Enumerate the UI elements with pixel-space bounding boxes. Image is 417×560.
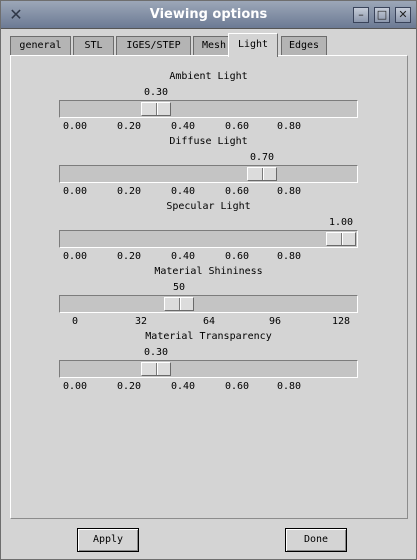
- tick-label: 0.80: [276, 121, 302, 132]
- ambient-light-label: Ambient Light: [169, 71, 248, 82]
- tick-label: 0.40: [170, 121, 196, 132]
- tick-label: 0.00: [62, 121, 88, 132]
- tick-label: 0.60: [224, 186, 250, 197]
- tick-label: 0.00: [62, 381, 88, 392]
- tick-label: 0.60: [224, 121, 250, 132]
- tab-label: Edges: [288, 40, 320, 51]
- tick-label: 0.80: [276, 251, 302, 262]
- tab-bar: general STL IGES/STEP Mesh Light Edges: [10, 33, 410, 57]
- specular-light-label: Specular Light: [166, 201, 251, 212]
- specular-light-value: 1.00: [328, 217, 354, 228]
- tick-label: 0.00: [62, 186, 88, 197]
- ambient-light-value: 0.30: [143, 87, 169, 98]
- tab-label: Light: [237, 39, 269, 50]
- tab-label: general: [19, 40, 62, 51]
- close-icon[interactable]: ✕: [395, 7, 411, 23]
- tick-label: 0.20: [116, 186, 142, 197]
- tick-label: 0.20: [116, 381, 142, 392]
- minimize-icon[interactable]: –: [353, 7, 369, 23]
- tick-label: 96: [268, 316, 282, 327]
- diffuse-light-label: Diffuse Light: [169, 136, 248, 147]
- tab-stl[interactable]: STL: [73, 36, 114, 56]
- material-shininess-label: Material Shininess: [154, 266, 263, 277]
- tab-light[interactable]: Light: [228, 33, 278, 57]
- material-transparency-label: Material Transparency: [145, 331, 272, 342]
- diffuse-light-value: 0.70: [249, 152, 275, 163]
- material-transparency-value: 0.30: [143, 347, 169, 358]
- tab-iges-step[interactable]: IGES/STEP: [116, 36, 191, 56]
- material-transparency-slider-thumb[interactable]: [141, 362, 171, 376]
- tick-label: 32: [134, 316, 148, 327]
- tick-label: 64: [202, 316, 216, 327]
- apply-button[interactable]: Apply: [77, 528, 139, 552]
- viewing-options-window: ✕ Viewing options – □ ✕ general STL IGES…: [0, 0, 417, 560]
- tab-label: STL: [84, 40, 103, 51]
- material-shininess-slider-thumb[interactable]: [164, 297, 194, 311]
- tick-label: 0.20: [116, 251, 142, 262]
- ambient-light-slider[interactable]: [59, 100, 358, 118]
- diffuse-light-slider-thumb[interactable]: [247, 167, 277, 181]
- tick-label: 128: [331, 316, 351, 327]
- tab-label: Mesh: [201, 40, 227, 51]
- ambient-light-slider-thumb[interactable]: [141, 102, 171, 116]
- tick-label: 0.60: [224, 251, 250, 262]
- tick-label: 0.00: [62, 251, 88, 262]
- tick-label: 0.40: [170, 251, 196, 262]
- tab-general[interactable]: general: [10, 36, 71, 56]
- tick-label: 0.40: [170, 186, 196, 197]
- tick-label: 0.80: [276, 186, 302, 197]
- material-shininess-slider[interactable]: [59, 295, 358, 313]
- material-transparency-slider[interactable]: [59, 360, 358, 378]
- specular-light-slider[interactable]: [59, 230, 358, 248]
- done-button[interactable]: Done: [285, 528, 347, 552]
- tick-label: 0: [71, 316, 79, 327]
- diffuse-light-slider[interactable]: [59, 165, 358, 183]
- tab-label: IGES/STEP: [126, 40, 181, 51]
- tick-label: 0.80: [276, 381, 302, 392]
- tick-label: 0.40: [170, 381, 196, 392]
- tab-edges[interactable]: Edges: [281, 36, 327, 56]
- specular-light-slider-thumb[interactable]: [326, 232, 356, 246]
- maximize-icon[interactable]: □: [374, 7, 390, 23]
- title-bar[interactable]: ✕ Viewing options – □ ✕: [1, 1, 416, 29]
- tick-label: 0.20: [116, 121, 142, 132]
- material-shininess-value: 50: [172, 282, 186, 293]
- tick-label: 0.60: [224, 381, 250, 392]
